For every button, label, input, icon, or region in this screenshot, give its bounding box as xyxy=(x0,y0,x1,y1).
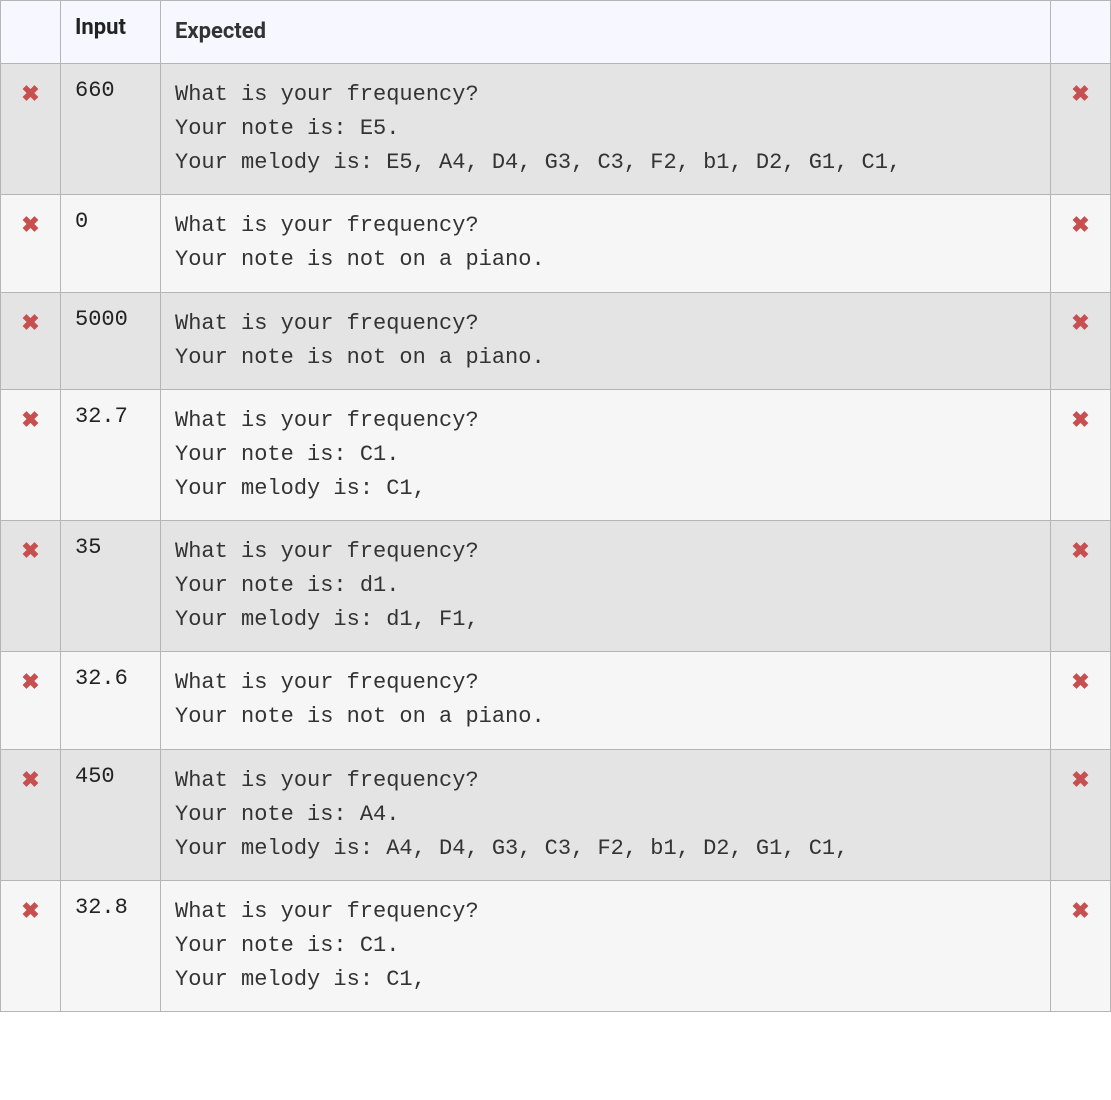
input-cell: 32.8 xyxy=(61,880,161,1011)
status-cell-right: ✖ xyxy=(1051,880,1111,1011)
status-cell-left: ✖ xyxy=(1,195,61,292)
expected-cell: What is your frequency? Your note is: A4… xyxy=(161,749,1051,880)
status-cell-right: ✖ xyxy=(1051,292,1111,389)
expected-cell: What is your frequency? Your note is not… xyxy=(161,195,1051,292)
table-row: ✖ 450What is your frequency? Your note is… xyxy=(1,749,1111,880)
expected-cell: What is your frequency? Your note is: C1… xyxy=(161,880,1051,1011)
expected-cell: What is your frequency? Your note is not… xyxy=(161,652,1051,749)
status-cell-left: ✖ xyxy=(1,652,61,749)
fail-icon: ✖ xyxy=(21,84,39,106)
status-cell-right: ✖ xyxy=(1051,652,1111,749)
status-cell-left: ✖ xyxy=(1,749,61,880)
fail-icon: ✖ xyxy=(1071,901,1089,923)
fail-icon: ✖ xyxy=(1071,84,1089,106)
status-cell-left: ✖ xyxy=(1,64,61,195)
expected-cell: What is your frequency? Your note is: E5… xyxy=(161,64,1051,195)
fail-icon: ✖ xyxy=(21,541,39,563)
test-results-table: Input Expected ✖660What is your frequenc… xyxy=(0,0,1111,1012)
table-row: ✖ 5000What is your frequency? Your note i… xyxy=(1,292,1111,389)
table-row: ✖ 32.6What is your frequency? Your note i… xyxy=(1,652,1111,749)
expected-cell: What is your frequency? Your note is: C1… xyxy=(161,389,1051,520)
input-cell: 660 xyxy=(61,64,161,195)
fail-icon: ✖ xyxy=(21,215,39,237)
table-row: ✖ 32.8What is your frequency? Your note i… xyxy=(1,880,1111,1011)
status-cell-right: ✖ xyxy=(1051,389,1111,520)
input-cell: 0 xyxy=(61,195,161,292)
fail-icon: ✖ xyxy=(1071,672,1089,694)
table-row: ✖ 0What is your frequency? Your note is n… xyxy=(1,195,1111,292)
table-row: ✖ 32.7What is your frequency? Your note i… xyxy=(1,389,1111,520)
input-cell: 450 xyxy=(61,749,161,880)
expected-cell: What is your frequency? Your note is not… xyxy=(161,292,1051,389)
expected-cell: What is your frequency? Your note is: d1… xyxy=(161,521,1051,652)
input-cell: 32.6 xyxy=(61,652,161,749)
status-cell-left: ✖ xyxy=(1,880,61,1011)
table-row: ✖ 35What is your frequency? Your note is:… xyxy=(1,521,1111,652)
fail-icon: ✖ xyxy=(21,672,39,694)
header-status-right xyxy=(1051,1,1111,64)
table-row: ✖ 660What is your frequency? Your note is… xyxy=(1,64,1111,195)
status-cell-right: ✖ xyxy=(1051,64,1111,195)
fail-icon: ✖ xyxy=(21,901,39,923)
table-header-row: Input Expected xyxy=(1,1,1111,64)
fail-icon: ✖ xyxy=(1071,410,1089,432)
status-cell-left: ✖ xyxy=(1,389,61,520)
status-cell-left: ✖ xyxy=(1,521,61,652)
fail-icon: ✖ xyxy=(1071,541,1089,563)
input-cell: 35 xyxy=(61,521,161,652)
fail-icon: ✖ xyxy=(1071,215,1089,237)
fail-icon: ✖ xyxy=(21,313,39,335)
header-input: Input xyxy=(61,1,161,64)
table-body: ✖660What is your frequency? Your note is… xyxy=(1,64,1111,1012)
fail-icon: ✖ xyxy=(1071,313,1089,335)
status-cell-left: ✖ xyxy=(1,292,61,389)
input-cell: 32.7 xyxy=(61,389,161,520)
header-expected: Expected xyxy=(161,1,1051,64)
header-status-left xyxy=(1,1,61,64)
input-cell: 5000 xyxy=(61,292,161,389)
status-cell-right: ✖ xyxy=(1051,195,1111,292)
fail-icon: ✖ xyxy=(21,770,39,792)
status-cell-right: ✖ xyxy=(1051,749,1111,880)
fail-icon: ✖ xyxy=(21,410,39,432)
fail-icon: ✖ xyxy=(1071,770,1089,792)
status-cell-right: ✖ xyxy=(1051,521,1111,652)
